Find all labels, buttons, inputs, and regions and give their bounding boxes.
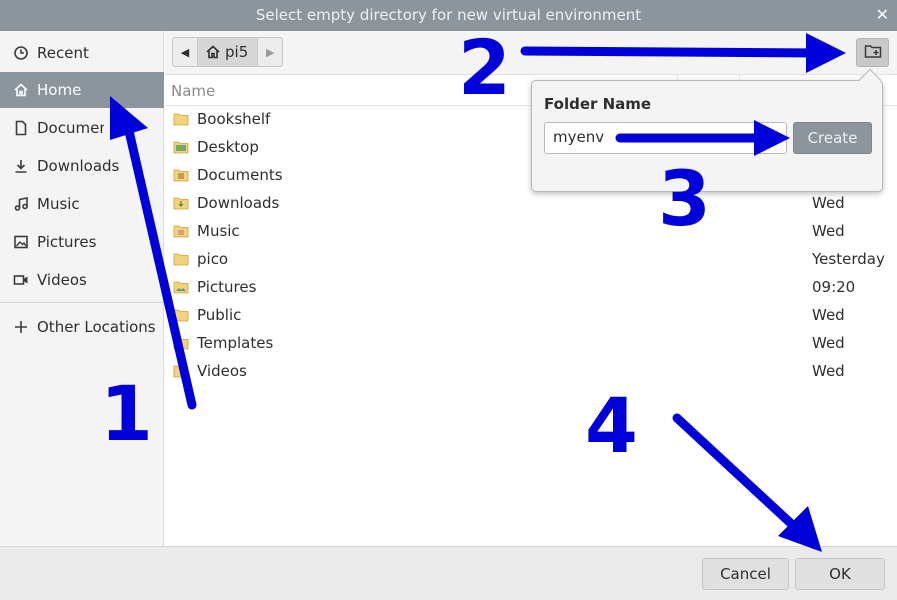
file-modified: Wed <box>812 222 845 240</box>
folder-icon <box>173 364 189 378</box>
sidebar-item-label: Recent <box>37 44 89 62</box>
file-name: Desktop <box>197 138 259 156</box>
file-row[interactable]: pico Yesterday <box>165 246 897 274</box>
file-modified: Wed <box>812 334 845 352</box>
sidebar-divider <box>0 302 164 303</box>
music-icon <box>12 195 30 213</box>
back-arrow-icon[interactable]: ◀ <box>173 38 197 66</box>
home-icon <box>12 81 30 99</box>
places-sidebar: Recent Home Documents Downloads Music Pi… <box>0 31 164 546</box>
folder-name-label: Folder Name <box>544 95 652 113</box>
file-modified: Wed <box>812 194 845 212</box>
plus-icon <box>12 318 30 336</box>
file-modified: Wed <box>812 306 845 324</box>
folder-icon <box>173 140 189 154</box>
file-modified: Wed <box>812 362 845 380</box>
sidebar-item-label: Downloads <box>37 157 120 175</box>
sidebar-item-home[interactable]: Home <box>0 72 164 108</box>
file-name: Public <box>197 306 242 324</box>
sidebar-item-label: Documents <box>37 119 104 137</box>
sidebar-item-label: Videos <box>37 271 87 289</box>
sidebar-item-music[interactable]: Music <box>0 186 164 222</box>
file-name: Music <box>197 222 240 240</box>
folder-icon <box>173 224 189 238</box>
file-row[interactable]: Pictures 09:20 <box>165 274 897 302</box>
sidebar-item-label: Home <box>37 81 82 99</box>
picture-icon <box>12 233 30 251</box>
file-modified: Yesterday <box>812 250 885 268</box>
ok-button[interactable]: OK <box>795 558 885 590</box>
title-bar: Select empty directory for new virtual e… <box>0 0 897 31</box>
sidebar-item-recent[interactable]: Recent <box>0 35 164 71</box>
sidebar-item-label: Other Locations <box>37 318 156 336</box>
folder-icon <box>173 168 189 182</box>
folder-icon <box>173 336 189 350</box>
folder-icon <box>173 280 189 294</box>
file-name: Documents <box>197 166 283 184</box>
file-name: Pictures <box>197 278 257 296</box>
new-folder-button[interactable] <box>856 38 889 67</box>
file-row[interactable]: Downloads Wed <box>165 190 897 218</box>
create-button[interactable]: Create <box>793 122 872 154</box>
file-row[interactable]: Public Wed <box>165 302 897 330</box>
file-name: pico <box>197 250 229 268</box>
window-title: Select empty directory for new virtual e… <box>255 6 642 24</box>
file-name: Templates <box>197 334 274 352</box>
file-name: Downloads <box>197 194 280 212</box>
sidebar-item-videos[interactable]: Videos <box>0 262 164 298</box>
path-bar: ◀ pi5 ▶ <box>165 31 897 75</box>
breadcrumb: ◀ pi5 ▶ <box>172 37 284 67</box>
new-folder-icon <box>864 43 882 63</box>
sidebar-item-documents[interactable]: Documents <box>0 110 164 146</box>
cancel-button[interactable]: Cancel <box>702 558 789 590</box>
sidebar-item-label: Pictures <box>37 233 97 251</box>
breadcrumb-home[interactable]: pi5 <box>197 38 259 66</box>
file-name: Bookshelf <box>197 110 271 128</box>
folder-icon <box>173 112 189 126</box>
folder-icon <box>173 196 189 210</box>
video-icon <box>12 271 30 289</box>
forward-arrow-icon[interactable]: ▶ <box>258 38 282 66</box>
sidebar-item-pictures[interactable]: Pictures <box>0 224 164 260</box>
dialog-footer: Cancel OK <box>0 546 897 600</box>
file-row[interactable]: Music Wed <box>165 218 897 246</box>
sidebar-item-label: Music <box>37 195 80 213</box>
document-icon <box>12 119 30 137</box>
folder-icon <box>173 252 189 266</box>
file-name: Videos <box>197 362 247 380</box>
home-icon <box>205 44 221 60</box>
sidebar-item-other-locations[interactable]: Other Locations <box>0 309 164 345</box>
clock-icon <box>12 44 30 62</box>
file-modified: 09:20 <box>812 278 856 296</box>
new-folder-popover: Folder Name myenv Create <box>531 68 883 192</box>
breadcrumb-label: pi5 <box>225 43 249 61</box>
folder-name-input[interactable]: myenv <box>544 122 787 154</box>
file-row[interactable]: Videos Wed <box>165 358 897 386</box>
download-icon <box>12 157 30 175</box>
close-icon[interactable]: ✕ <box>876 5 889 24</box>
file-row[interactable]: Templates Wed <box>165 330 897 358</box>
sidebar-item-downloads[interactable]: Downloads <box>0 148 164 184</box>
column-name[interactable]: Name <box>171 82 215 100</box>
folder-icon <box>173 308 189 322</box>
